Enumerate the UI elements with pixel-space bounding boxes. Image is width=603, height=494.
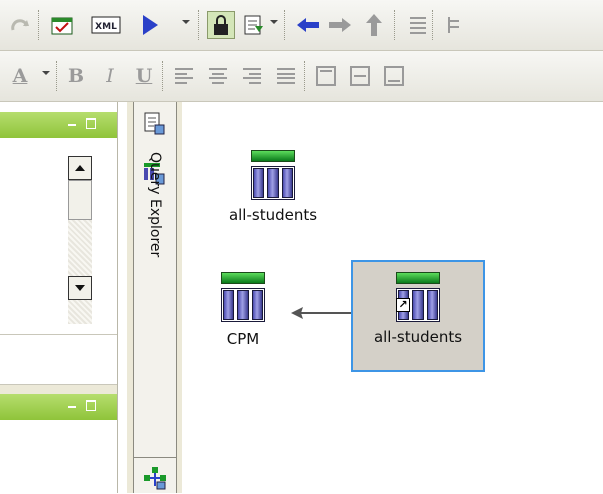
bold-button[interactable]: B bbox=[62, 62, 90, 90]
up-arrow-icon[interactable] bbox=[360, 11, 388, 39]
table-node[interactable]: all-students bbox=[213, 150, 333, 224]
left-dock-pane bbox=[0, 102, 118, 493]
underline-label: U bbox=[135, 65, 153, 87]
xml-icon[interactable]: XML bbox=[90, 11, 122, 39]
scrollbar[interactable] bbox=[68, 156, 92, 324]
chevron-up-icon bbox=[75, 165, 85, 171]
table-node-label: CPM bbox=[226, 330, 260, 348]
table-node-label: all-students bbox=[373, 328, 463, 346]
table-node-label: all-students bbox=[228, 206, 318, 224]
table-node[interactable]: CPM bbox=[203, 272, 283, 348]
table-node-selected[interactable]: ↗ all-students bbox=[351, 260, 485, 372]
valign-bottom-icon[interactable] bbox=[380, 62, 408, 90]
align-center-icon[interactable] bbox=[204, 62, 232, 90]
document-icon[interactable] bbox=[143, 112, 165, 140]
svg-text:XML: XML bbox=[95, 22, 117, 32]
back-arrow-icon[interactable] bbox=[294, 11, 322, 39]
valign-top-icon[interactable] bbox=[312, 62, 340, 90]
query-explorer-label[interactable]: Query Explorer bbox=[143, 152, 167, 272]
play-icon[interactable] bbox=[136, 11, 164, 39]
query-canvas[interactable]: all-students CPM ↗ all-students bbox=[183, 102, 603, 493]
query-explorer-strip: Query Explorer bbox=[127, 102, 182, 493]
relation-arrow bbox=[291, 307, 355, 319]
pane-title-bar-2 bbox=[0, 394, 117, 420]
minimize-icon[interactable] bbox=[68, 406, 76, 408]
pane-title-bar bbox=[0, 112, 117, 138]
export-icon[interactable] bbox=[240, 11, 268, 39]
font-color-label: A bbox=[12, 65, 28, 87]
table-icon bbox=[221, 272, 265, 322]
minimize-icon[interactable] bbox=[68, 124, 76, 126]
redo-icon[interactable] bbox=[6, 11, 34, 39]
bold-label: B bbox=[67, 65, 85, 87]
font-color-button[interactable]: A bbox=[6, 62, 34, 90]
underline-button[interactable]: U bbox=[130, 62, 158, 90]
chevron-down-icon[interactable] bbox=[42, 71, 50, 75]
table-icon: ↗ bbox=[396, 272, 440, 322]
justify-icon[interactable] bbox=[272, 62, 300, 90]
italic-button[interactable]: I bbox=[96, 62, 124, 90]
valign-middle-icon[interactable] bbox=[346, 62, 374, 90]
list-icon[interactable] bbox=[404, 11, 432, 39]
chevron-down-icon[interactable] bbox=[270, 20, 278, 24]
tree-icon[interactable] bbox=[440, 11, 468, 39]
chevron-down-icon[interactable] bbox=[182, 20, 190, 24]
align-right-icon[interactable] bbox=[238, 62, 266, 90]
scroll-down-button[interactable] bbox=[68, 276, 92, 300]
align-left-icon[interactable] bbox=[170, 62, 198, 90]
format-toolbar: A B I U bbox=[0, 51, 603, 102]
lock-icon[interactable] bbox=[207, 11, 235, 39]
shortcut-icon: ↗ bbox=[396, 298, 410, 312]
maximize-icon[interactable] bbox=[86, 400, 96, 411]
main-toolbar: XML bbox=[0, 0, 603, 51]
table-icon bbox=[251, 150, 295, 200]
diagram-icon[interactable] bbox=[143, 466, 167, 494]
italic-label: I bbox=[106, 65, 114, 87]
calendar-icon[interactable] bbox=[48, 11, 76, 39]
chevron-down-icon bbox=[75, 285, 85, 291]
forward-arrow-icon[interactable] bbox=[326, 11, 354, 39]
maximize-icon[interactable] bbox=[86, 118, 96, 129]
scroll-thumb[interactable] bbox=[68, 180, 92, 220]
scroll-up-button[interactable] bbox=[68, 156, 92, 180]
